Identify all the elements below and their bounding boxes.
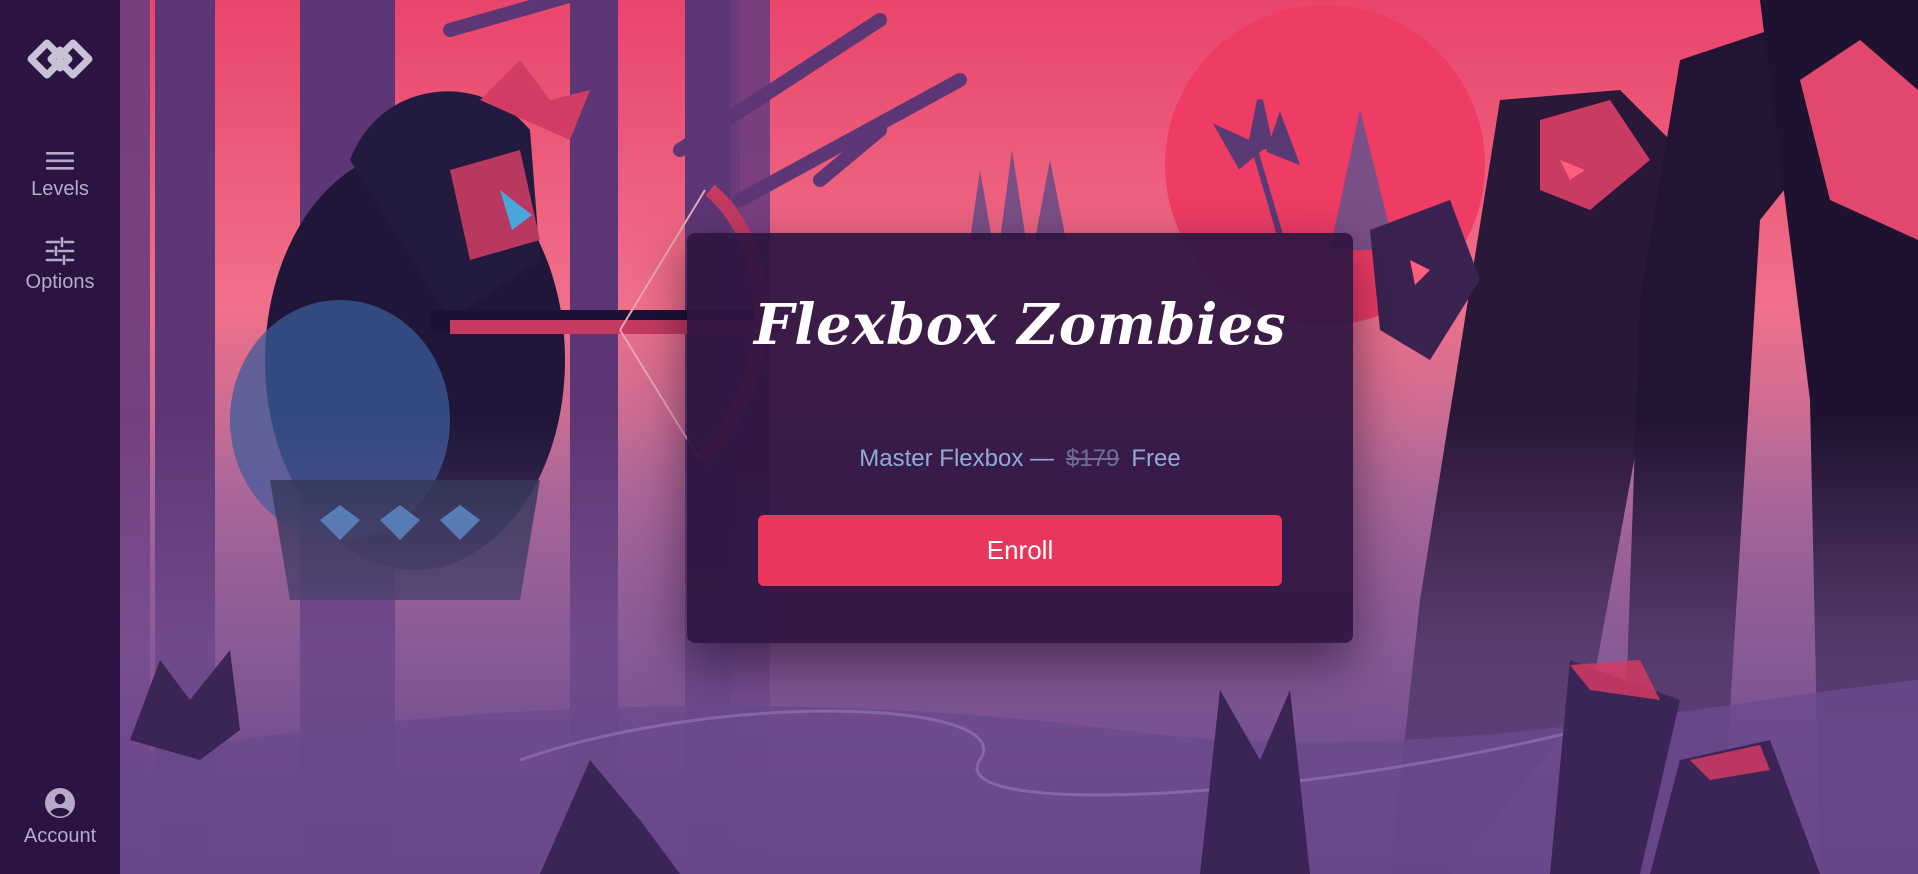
sidebar-item-levels[interactable]: Levels <box>0 150 120 201</box>
menu-icon <box>45 150 75 172</box>
diamond-logo-icon[interactable] <box>15 14 105 104</box>
sidebar-item-account[interactable]: Account <box>0 787 120 848</box>
old-price: $179 <box>1065 444 1120 472</box>
sidebar-item-label: Options <box>25 271 95 293</box>
sidebar-item-label: Account <box>23 825 97 847</box>
hero-scene: Flexbox Zombies Master Flexbox — $179 Fr… <box>120 0 1918 874</box>
new-price: Free <box>1131 444 1181 472</box>
enroll-button[interactable]: Enroll <box>758 514 1282 586</box>
course-card: Flexbox Zombies Master Flexbox — $179 Fr… <box>687 233 1353 643</box>
user-circle-icon <box>44 787 76 819</box>
sidebar-item-options[interactable]: Options <box>0 237 120 294</box>
sidebar-item-label: Levels <box>31 178 89 200</box>
course-title: Flexbox Zombies <box>753 292 1286 358</box>
sliders-icon <box>45 237 75 265</box>
pricing-line: Master Flexbox — $179 Free <box>859 445 1180 473</box>
app: Levels Options Account Flexbox Zombies M… <box>0 0 1918 874</box>
course-subtitle: Master Flexbox — <box>859 444 1054 472</box>
sidebar: Levels Options Account <box>0 0 120 874</box>
